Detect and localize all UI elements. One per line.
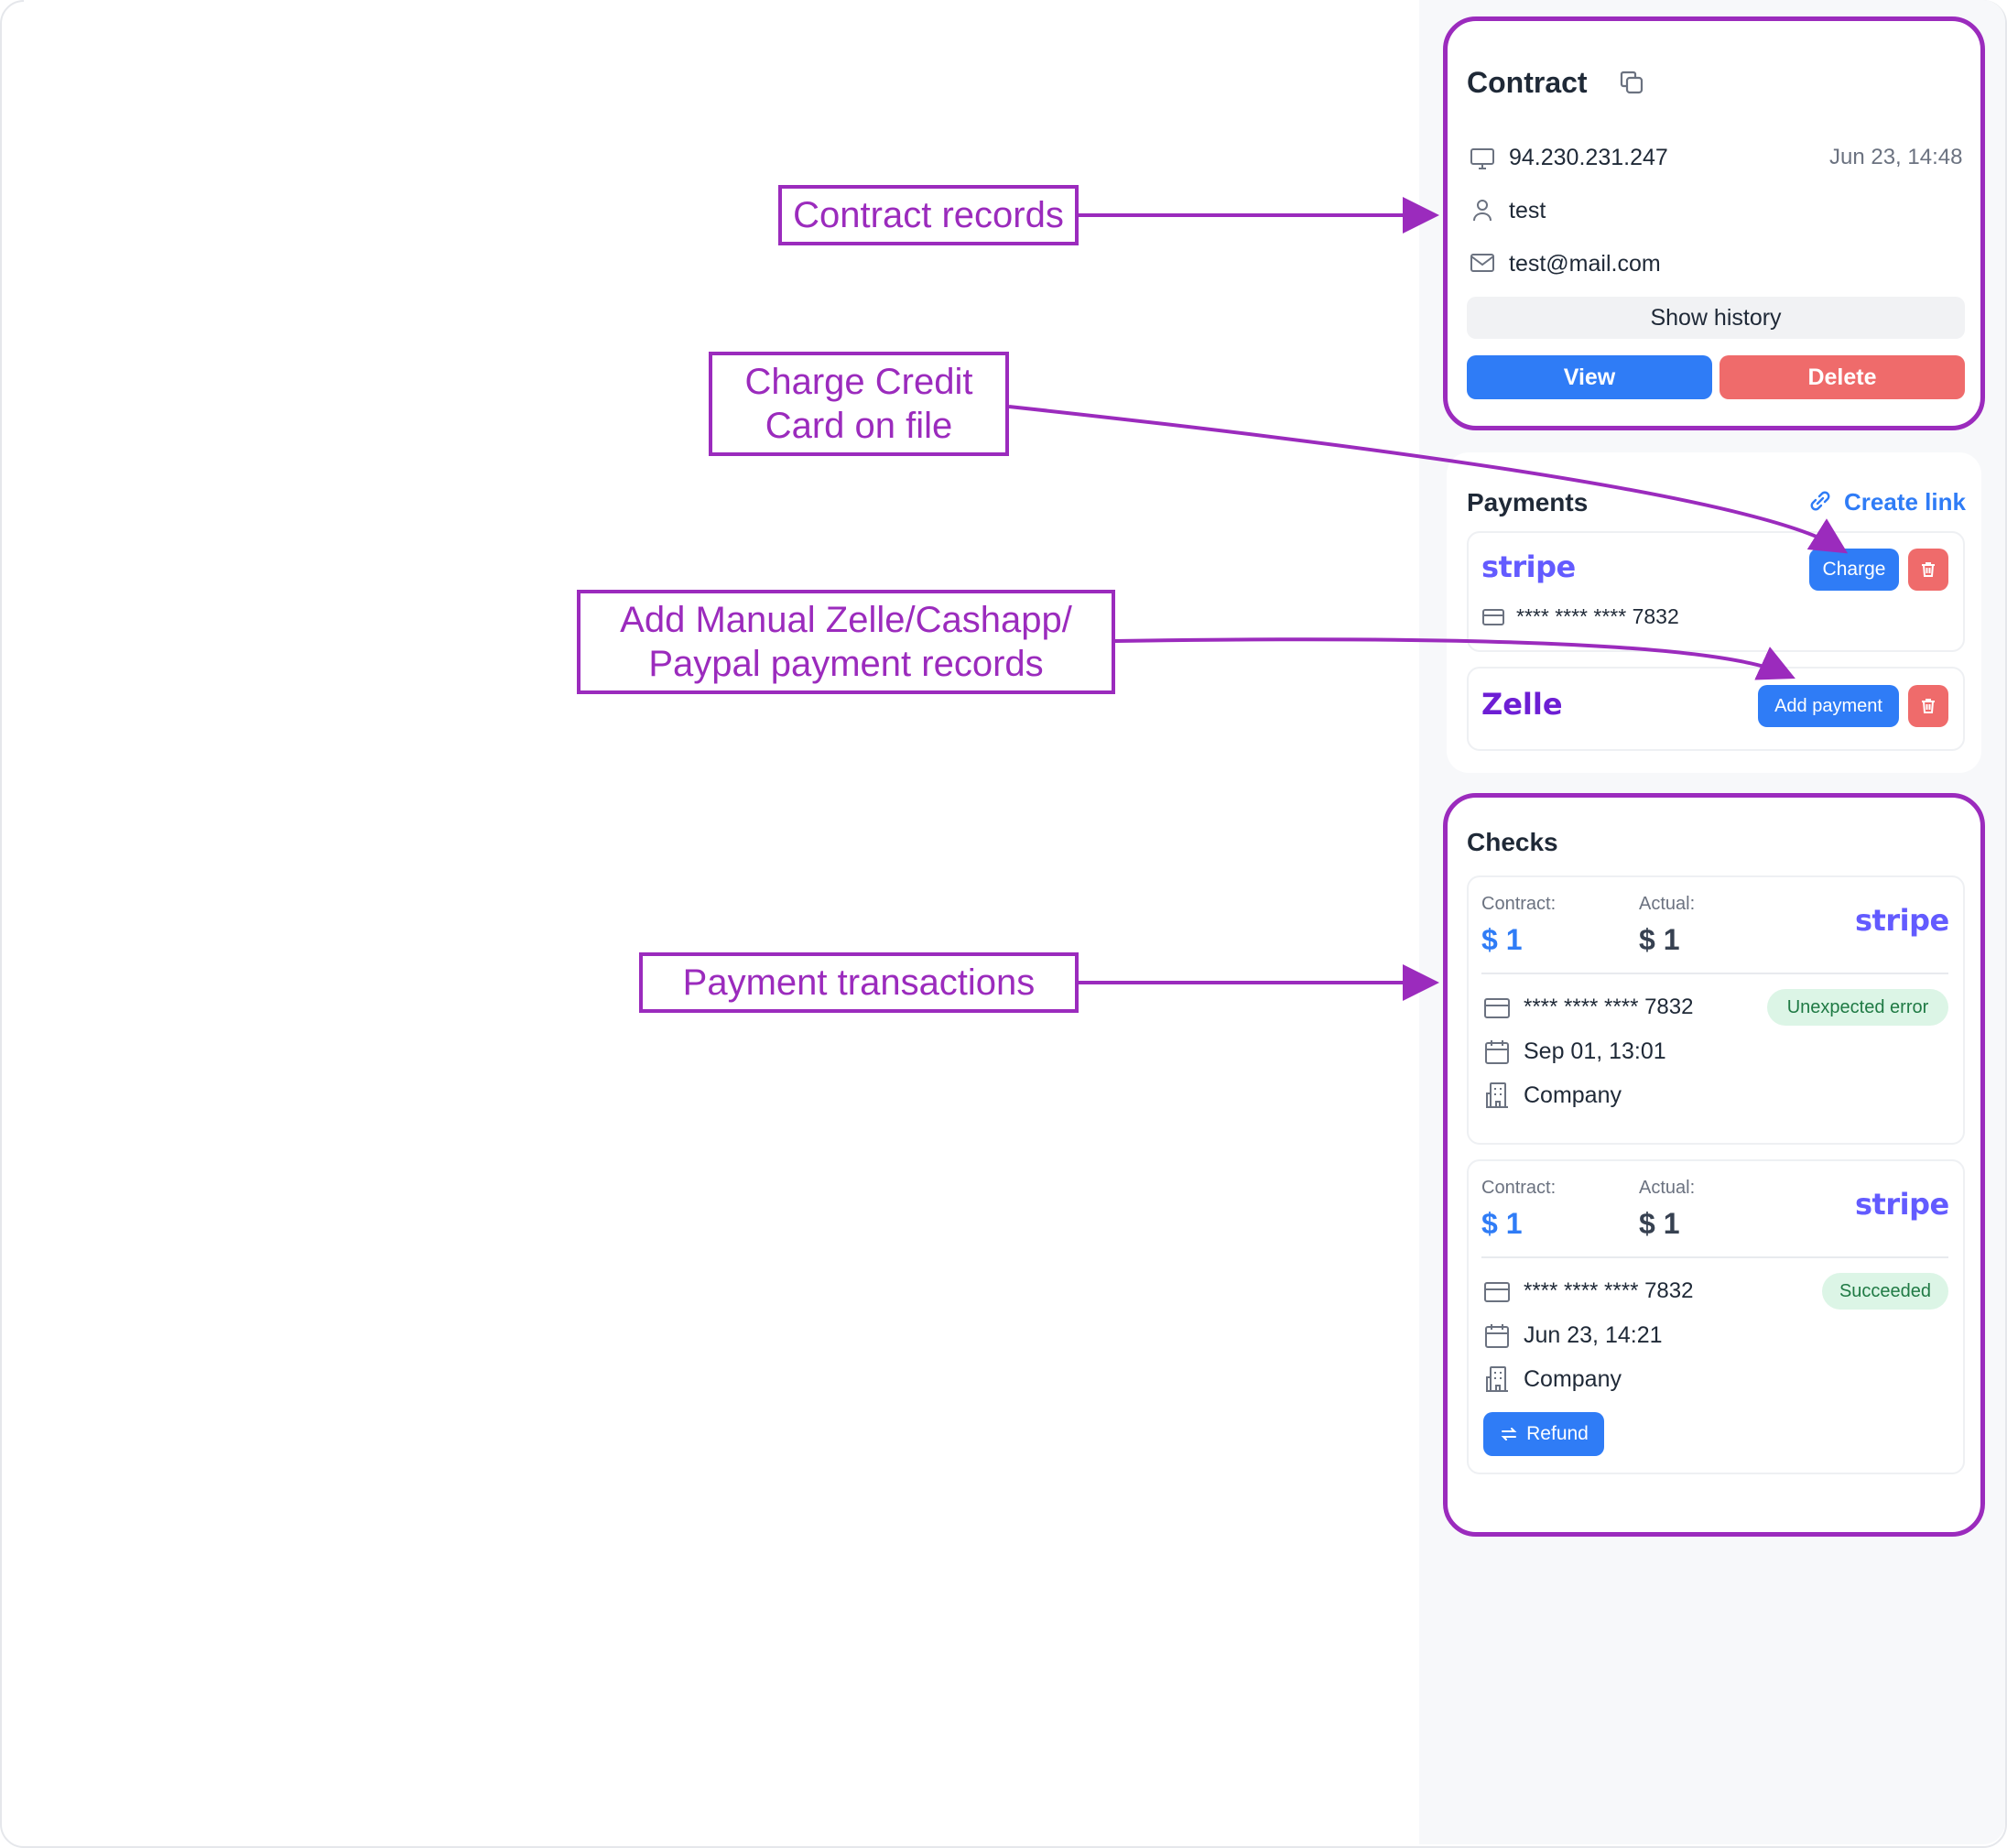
- contract-title: Contract: [1467, 66, 1588, 99]
- annotation-text: Contract records: [793, 195, 1064, 235]
- contract-email: test@mail.com: [1509, 251, 1661, 277]
- card-icon: [1483, 1280, 1511, 1304]
- show-history-button[interactable]: Show history: [1467, 297, 1965, 339]
- check-company: Company: [1524, 1366, 1622, 1392]
- annotation-charge-card: Charge Credit Card on file: [709, 352, 1009, 456]
- contract-amount-label: Contract:: [1481, 894, 1557, 914]
- link-icon[interactable]: [1806, 486, 1835, 516]
- annotation-text: Charge Credit: [744, 362, 973, 402]
- zelle-trash-button[interactable]: [1908, 685, 1948, 727]
- annotation-text: Add Manual Zelle/Cashapp/: [620, 600, 1072, 640]
- check-date: Sep 01, 13:01: [1524, 1038, 1666, 1064]
- refund-icon: [1501, 1428, 1517, 1440]
- payments-title: Payments: [1467, 488, 1589, 516]
- actual-amount: $ 1: [1639, 1207, 1680, 1240]
- delete-button[interactable]: Delete: [1720, 355, 1965, 399]
- check-date: Jun 23, 14:21: [1524, 1322, 1663, 1348]
- trash-icon: [1922, 562, 1935, 577]
- annotation-payment-transactions: Payment transactions: [639, 952, 1079, 1013]
- card-icon: [1483, 996, 1511, 1020]
- contract-ip: 94.230.231.247: [1509, 145, 1668, 170]
- copy-icon[interactable]: [1617, 68, 1646, 97]
- check-card-number: **** **** **** 7832: [1524, 1278, 1694, 1303]
- annotation-contract-records: Contract records: [778, 185, 1079, 245]
- stripe-trash-button[interactable]: [1908, 549, 1948, 591]
- status-badge: Unexpected error: [1767, 989, 1948, 1026]
- main-canvas: [24, 0, 1419, 1841]
- annotation-text: Card on file: [765, 406, 953, 446]
- trash-icon: [1922, 699, 1935, 713]
- contract-name: test: [1509, 198, 1546, 223]
- zelle-logo: Zelle: [1481, 687, 1563, 722]
- refund-button[interactable]: Refund: [1483, 1412, 1604, 1456]
- stripe-card-number: **** **** **** 7832: [1516, 604, 1679, 628]
- status-badge: Succeeded: [1822, 1273, 1948, 1310]
- actual-amount-label: Actual:: [1639, 894, 1696, 914]
- check-card-number: **** **** **** 7832: [1524, 995, 1694, 1019]
- annotation-text: Payment transactions: [682, 962, 1036, 1003]
- mail-icon: [1469, 249, 1496, 277]
- annotation-text: Paypal payment records: [648, 644, 1044, 684]
- divider: [1481, 973, 1948, 974]
- actual-amount: $ 1: [1639, 923, 1680, 956]
- contract-date: Jun 23, 14:48: [1829, 145, 1963, 169]
- monitor-icon: [1469, 145, 1496, 172]
- check-company: Company: [1524, 1082, 1622, 1108]
- calendar-icon: [1483, 1038, 1511, 1066]
- charge-button[interactable]: Charge: [1809, 549, 1899, 591]
- card-icon: [1481, 606, 1505, 628]
- view-button[interactable]: View: [1467, 355, 1712, 399]
- stripe-logo: stripe: [1481, 549, 1576, 584]
- checks-title: Checks: [1467, 828, 1558, 856]
- actual-amount-label: Actual:: [1639, 1178, 1696, 1198]
- create-link[interactable]: Create link: [1844, 488, 1966, 516]
- contract-amount: $ 1: [1481, 1207, 1523, 1240]
- refund-label: Refund: [1526, 1423, 1589, 1444]
- calendar-icon: [1483, 1322, 1511, 1350]
- stripe-logo: stripe: [1855, 1187, 1949, 1222]
- contract-amount: $ 1: [1481, 923, 1523, 956]
- add-payment-button[interactable]: Add payment: [1758, 685, 1899, 727]
- user-icon: [1469, 196, 1496, 223]
- contract-amount-label: Contract:: [1481, 1178, 1557, 1198]
- annotation-manual-payments: Add Manual Zelle/Cashapp/ Paypal payment…: [577, 590, 1115, 694]
- stripe-logo: stripe: [1855, 903, 1949, 938]
- building-icon: [1483, 1081, 1511, 1110]
- divider: [1481, 1256, 1948, 1258]
- building-icon: [1483, 1364, 1511, 1394]
